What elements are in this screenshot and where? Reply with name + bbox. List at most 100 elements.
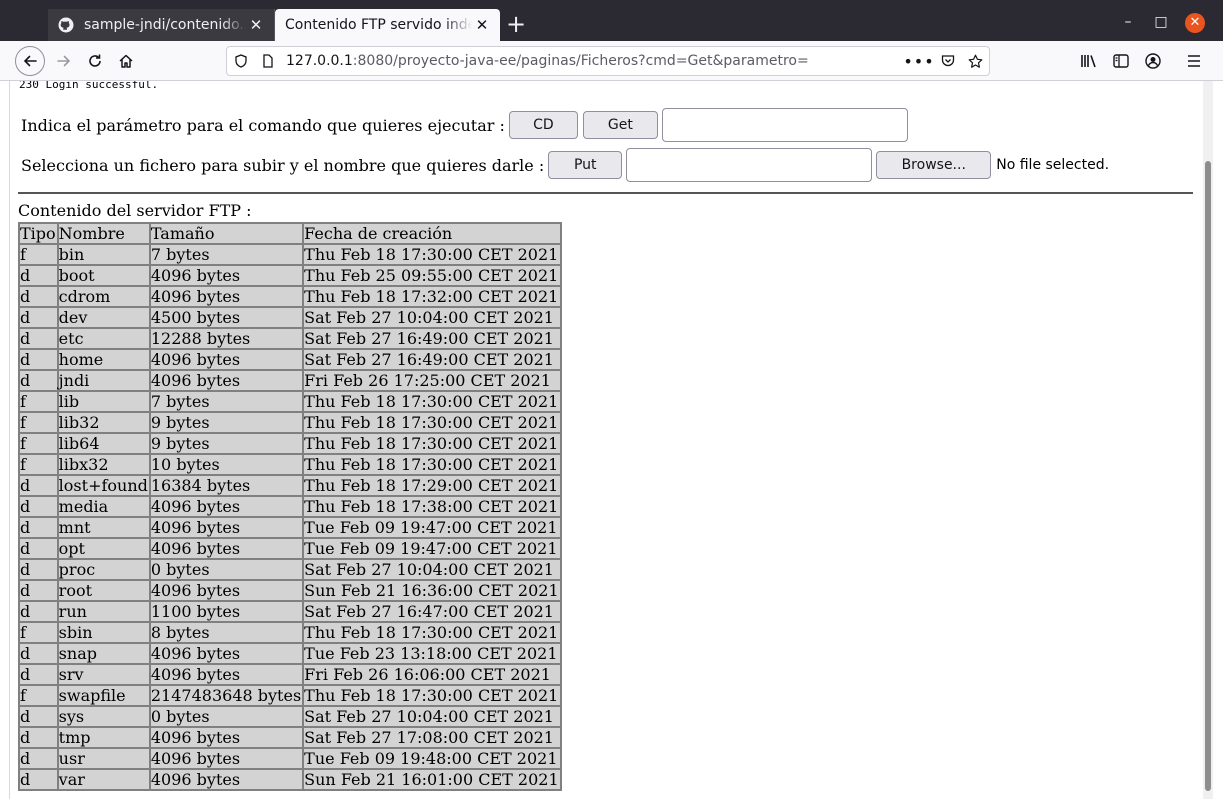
cell-tamano: 4096 bytes [149, 349, 304, 370]
forward-button[interactable] [49, 46, 79, 76]
column-header-tamano: Tamaño [149, 223, 304, 244]
url-path: :8080/proyecto-java-ee/paginas/Ficheros?… [352, 53, 809, 69]
cell-nombre: dev [57, 307, 150, 328]
cell-tamano: 1100 bytes [149, 601, 304, 622]
maximize-icon[interactable]: □ [1153, 14, 1169, 30]
bookmark-star-icon[interactable] [967, 53, 983, 69]
table-row: d tmp 4096 bytes Sat Feb 27 17:08:00 CET 20… [19, 727, 561, 748]
table-row: d snap 4096 bytes Tue Feb 23 13:18:00 CET 2… [19, 643, 561, 664]
table-row: d boot 4096 bytes Thu Feb 25 09:55:00 CET 2… [19, 265, 561, 286]
back-button[interactable] [15, 46, 45, 76]
pocket-icon[interactable] [940, 53, 956, 69]
cell-nombre: sys [57, 706, 150, 727]
cell-tamano: 4096 bytes [149, 580, 304, 601]
upload-name-input[interactable] [626, 148, 873, 182]
cell-tipo: f [19, 454, 58, 475]
cell-tamano: 9 bytes [149, 433, 304, 454]
table-row: f libx32 10 bytes Thu Feb 18 17:30:00 CET 2… [19, 454, 561, 475]
column-header-nombre: Nombre [57, 223, 150, 244]
tab-sample-jndi[interactable]: sample-jndi/contenido.zip ✕ [48, 9, 275, 41]
no-file-selected-text: No file selected. [996, 157, 1110, 173]
cell-tamano: 10 bytes [149, 454, 304, 475]
shield-icon[interactable] [233, 53, 249, 69]
cell-nombre: etc [57, 328, 150, 349]
cell-tipo: f [19, 412, 58, 433]
table-row: d var 4096 bytes Sun Feb 21 16:01:00 CET 20… [19, 769, 561, 790]
cell-nombre: lib64 [57, 433, 150, 454]
cell-tipo: d [19, 538, 58, 559]
url-bar[interactable]: 127.0.0.1:8080/proyecto-java-ee/paginas/… [226, 46, 990, 76]
cell-tamano: 4096 bytes [149, 748, 304, 769]
cell-fecha: Sat Feb 27 16:49:00 CET 2021 [303, 349, 561, 370]
cell-tamano: 4096 bytes [149, 265, 304, 286]
ftp-listing-table: Tipo Nombre Tamaño Fecha de creación f bi… [18, 222, 562, 791]
table-row: d cdrom 4096 bytes Thu Feb 18 17:32:00 CET … [19, 286, 561, 307]
cell-fecha: Sat Feb 27 16:47:00 CET 2021 [303, 601, 561, 622]
command-prompt-label: Indica el parámetro para el comando que … [21, 115, 505, 135]
url-text[interactable]: 127.0.0.1:8080/proyecto-java-ee/paginas/… [286, 53, 809, 69]
forward-icon [57, 55, 71, 67]
account-icon[interactable] [1143, 51, 1163, 71]
reload-button[interactable] [80, 46, 110, 76]
cell-fecha: Tue Feb 09 19:47:00 CET 2021 [303, 517, 561, 538]
cell-tamano: 4096 bytes [149, 538, 304, 559]
table-row: d srv 4096 bytes Fri Feb 26 16:06:00 CET 20… [19, 664, 561, 685]
close-tab-icon[interactable]: ✕ [246, 15, 266, 35]
cell-nombre: srv [57, 664, 150, 685]
cell-nombre: lib32 [57, 412, 150, 433]
cell-tipo: d [19, 475, 58, 496]
sidebar-icon[interactable] [1111, 51, 1131, 71]
cell-tipo: d [19, 601, 58, 622]
cell-fecha: Sat Feb 27 17:08:00 CET 2021 [303, 727, 561, 748]
menu-icon[interactable] [1184, 51, 1204, 71]
cell-nombre: opt [57, 538, 150, 559]
scrollbar-thumb[interactable] [1205, 161, 1211, 791]
cell-tamano: 12288 bytes [149, 328, 304, 349]
cell-nombre: tmp [57, 727, 150, 748]
cell-tipo: f [19, 622, 58, 643]
cd-button[interactable]: CD [508, 111, 578, 139]
get-button[interactable]: Get [582, 111, 658, 139]
close-window-icon[interactable]: ✕ [1185, 13, 1205, 33]
upload-form: Selecciona un fichero para subir y el no… [21, 148, 1109, 182]
table-row: f swapfile 2147483648 bytes Thu Feb 18 17:3… [19, 685, 561, 706]
navigation-toolbar: 127.0.0.1:8080/proyecto-java-ee/paginas/… [0, 41, 1223, 81]
tab-contenido-ftp[interactable]: Contenido FTP servido independiente ✕ [275, 9, 500, 41]
minimize-icon[interactable]: – [1120, 14, 1136, 30]
table-row: f lib64 9 bytes Thu Feb 18 17:30:00 CET 202… [19, 433, 561, 454]
parameter-input[interactable] [661, 108, 908, 142]
cell-tipo: d [19, 370, 58, 391]
cell-fecha: Tue Feb 09 19:48:00 CET 2021 [303, 748, 561, 769]
cell-nombre: lib [57, 391, 150, 412]
close-tab-icon[interactable]: ✕ [472, 15, 492, 35]
tab-title: sample-jndi/contenido.zip [84, 17, 246, 33]
scrollbar[interactable] [1203, 81, 1213, 799]
home-button[interactable] [111, 46, 141, 76]
listing-caption: Contenido del servidor FTP : [18, 201, 252, 220]
cell-fecha: Thu Feb 18 17:38:00 CET 2021 [303, 496, 561, 517]
page-icon[interactable] [260, 53, 276, 69]
cell-fecha: Thu Feb 18 17:29:00 CET 2021 [303, 475, 561, 496]
cell-fecha: Thu Feb 18 17:30:00 CET 2021 [303, 622, 561, 643]
cell-fecha: Sun Feb 21 16:36:00 CET 2021 [303, 580, 561, 601]
library-icon[interactable] [1079, 51, 1099, 71]
window-bottom-edge [0, 799, 1223, 809]
browse-button[interactable]: Browse... [876, 151, 992, 179]
cell-tipo: d [19, 664, 58, 685]
table-row: d sys 0 bytes Sat Feb 27 10:04:00 CET 2021 [19, 706, 561, 727]
more-icon[interactable]: ••• [903, 52, 933, 71]
column-header-tipo: Tipo [19, 223, 58, 244]
table-row: f bin 7 bytes Thu Feb 18 17:30:00 CET 2021 [19, 244, 561, 265]
home-icon [119, 54, 133, 68]
cell-tipo: d [19, 706, 58, 727]
table-row: d media 4096 bytes Thu Feb 18 17:38:00 CET … [19, 496, 561, 517]
cell-tamano: 4096 bytes [149, 664, 304, 685]
new-tab-button[interactable]: + [503, 12, 529, 38]
put-button[interactable]: Put [548, 151, 623, 179]
cell-nombre: boot [57, 265, 150, 286]
tab-title: Contenido FTP servido independiente [285, 17, 472, 33]
table-row: d mnt 4096 bytes Tue Feb 09 19:47:00 CET 20… [19, 517, 561, 538]
back-icon [15, 46, 45, 76]
cell-tamano: 0 bytes [149, 706, 304, 727]
cell-tamano: 8 bytes [149, 622, 304, 643]
